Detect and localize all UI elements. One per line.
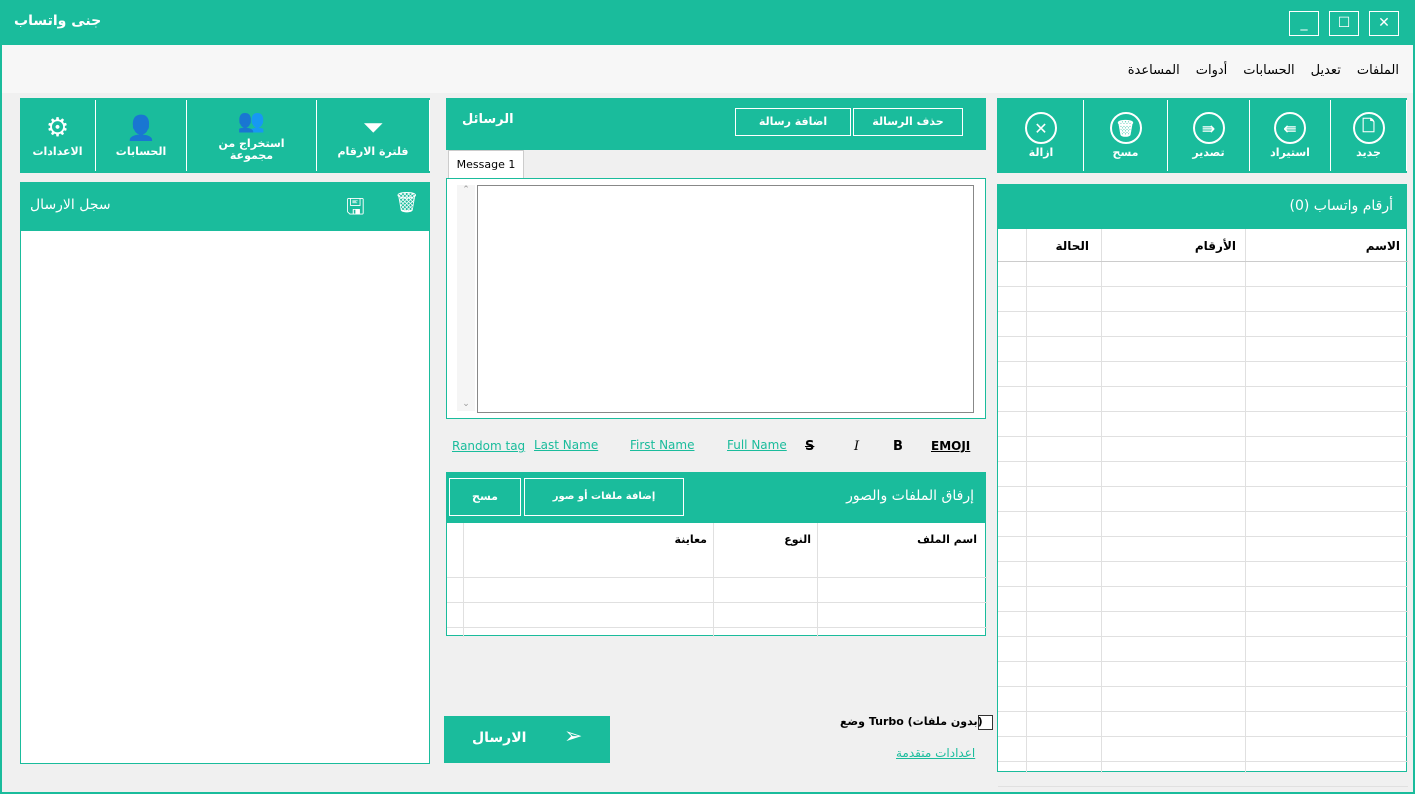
- table-row-line: [998, 611, 1408, 612]
- table-row-line: [998, 461, 1408, 462]
- first-name-link[interactable]: First Name: [630, 438, 694, 452]
- send-label: الارسال: [472, 730, 527, 746]
- new-button[interactable]: 🗋 جديد: [1331, 100, 1407, 171]
- col-status-header[interactable]: الحالة: [1055, 239, 1089, 253]
- advanced-settings-link[interactable]: اعدادات متقدمة: [896, 746, 975, 760]
- numbers-panel-header: أرقام واتساب (0): [997, 184, 1407, 228]
- app-window: جنى واتساب _ ☐ ✕ الملفات تعديل الحسابات …: [0, 0, 1415, 794]
- numbers-table[interactable]: الاسم الأرقام الحالة: [997, 228, 1408, 787]
- col-preview-header[interactable]: معاينة: [675, 533, 707, 546]
- title-bar: جنى واتساب _ ☐ ✕: [2, 2, 1413, 45]
- log-panel-header: سجل الارسال 🖫 🗑: [20, 182, 430, 230]
- import-icon: ⇚: [1274, 112, 1306, 144]
- menu-bar: الملفات تعديل الحسابات أدوات المساعدة: [2, 45, 1413, 93]
- table-row-line: [998, 661, 1408, 662]
- table-row-line: [998, 761, 1408, 762]
- message-textarea[interactable]: [477, 185, 974, 413]
- messages-panel-header: الرسائل حذف الرسالة اضافة رسالة: [446, 98, 986, 150]
- menu-tools[interactable]: أدوات: [1196, 63, 1228, 78]
- table-row-line: [998, 786, 1408, 787]
- table-row-line: [998, 536, 1408, 537]
- table-row-line: [998, 586, 1408, 587]
- full-name-link[interactable]: Full Name: [727, 438, 787, 452]
- col-name-header[interactable]: الاسم: [1366, 239, 1400, 253]
- last-name-link[interactable]: Last Name: [534, 438, 598, 452]
- table-row-line: [998, 286, 1408, 287]
- table-row-line: [998, 736, 1408, 737]
- remove-button[interactable]: ✕ ازالة: [999, 100, 1084, 171]
- messages-panel-title: الرسائل: [462, 112, 514, 127]
- tab-message-1[interactable]: Message 1: [448, 150, 524, 178]
- clear-button[interactable]: 🗑 مسح: [1084, 100, 1168, 171]
- numbers-panel-title: أرقام واتساب (0): [1289, 198, 1393, 214]
- emoji-button[interactable]: EMOJI: [931, 439, 970, 453]
- import-button[interactable]: ⇚ استيراد: [1250, 100, 1331, 171]
- accounts-button[interactable]: 👤 الحسابات: [96, 100, 187, 171]
- strike-button[interactable]: S: [805, 439, 814, 454]
- table-row-line: [998, 711, 1408, 712]
- table-row-line: [998, 511, 1408, 512]
- menu-files[interactable]: الملفات: [1357, 63, 1399, 78]
- col-type-header[interactable]: النوع: [784, 533, 811, 546]
- send-icon: ➢: [564, 724, 583, 749]
- group-icon: 👥: [237, 109, 266, 134]
- minimize-button[interactable]: _: [1289, 11, 1319, 36]
- attachments-table[interactable]: اسم الملف النوع معاينة: [446, 522, 987, 637]
- random-tag-link[interactable]: Random tag: [452, 439, 525, 453]
- attach-panel-header: إرفاق الملفات والصور إضافة ملفات أو صور …: [446, 472, 986, 522]
- col-filename-header[interactable]: اسم الملف: [917, 533, 977, 546]
- delete-message-button[interactable]: حذف الرسالة: [853, 108, 963, 136]
- table-row-line: [998, 361, 1408, 362]
- bold-button[interactable]: B: [893, 439, 903, 454]
- turbo-label: وضع Turbo (بدون ملفات): [840, 715, 983, 728]
- add-user-icon: 👤: [126, 114, 156, 142]
- table-row-line: [998, 411, 1408, 412]
- remove-icon: ✕: [1025, 112, 1057, 144]
- close-button[interactable]: ✕: [1369, 11, 1399, 36]
- attach-panel-title: إرفاق الملفات والصور: [846, 488, 974, 504]
- log-panel-title: سجل الارسال: [30, 197, 111, 213]
- menu-help[interactable]: المساعدة: [1128, 63, 1180, 78]
- trash-icon[interactable]: 🗑: [394, 190, 419, 214]
- new-file-icon: 🗋: [1352, 112, 1385, 144]
- menu-accounts[interactable]: الحسابات: [1243, 63, 1294, 78]
- add-files-button[interactable]: إضافة ملفات أو صور: [524, 478, 684, 516]
- table-row-line: [998, 336, 1408, 337]
- export-icon: ⇛: [1192, 112, 1225, 144]
- italic-button[interactable]: I: [854, 439, 859, 454]
- settings-button[interactable]: ⚙ الاعدادات: [20, 100, 96, 171]
- table-row-line: [998, 311, 1408, 312]
- table-row-line: [998, 686, 1408, 687]
- gear-icon: ⚙: [45, 113, 70, 143]
- table-row-line: [998, 561, 1408, 562]
- trash-icon: 🗑: [1109, 112, 1142, 144]
- clear-files-button[interactable]: مسح: [449, 478, 521, 516]
- filter-icon: ⏷: [362, 113, 384, 143]
- table-row-line: [998, 636, 1408, 637]
- editor-scrollbar[interactable]: ⌃ ⌄: [457, 185, 475, 411]
- send-button[interactable]: الارسال ➢: [444, 716, 610, 763]
- extract-group-button[interactable]: 👥 استخراج من مجموعة: [187, 100, 317, 171]
- maximize-button[interactable]: ☐: [1329, 11, 1359, 36]
- col-numbers-header[interactable]: الأرقام: [1195, 239, 1236, 253]
- table-row-line: [998, 386, 1408, 387]
- table-row-line: [998, 486, 1408, 487]
- filter-numbers-button[interactable]: ⏷ فلترة الارقام: [317, 100, 430, 171]
- send-log-list[interactable]: [20, 230, 430, 764]
- menu-edit[interactable]: تعديل: [1311, 63, 1341, 78]
- export-button[interactable]: ⇛ تصدير: [1168, 100, 1250, 171]
- table-row-line: [998, 436, 1408, 437]
- message-editor-frame: ⌃ ⌄: [446, 178, 986, 419]
- add-message-button[interactable]: اضافة رسالة: [735, 108, 851, 136]
- save-icon[interactable]: 🖫: [346, 190, 365, 228]
- window-title: جنى واتساب: [14, 13, 102, 29]
